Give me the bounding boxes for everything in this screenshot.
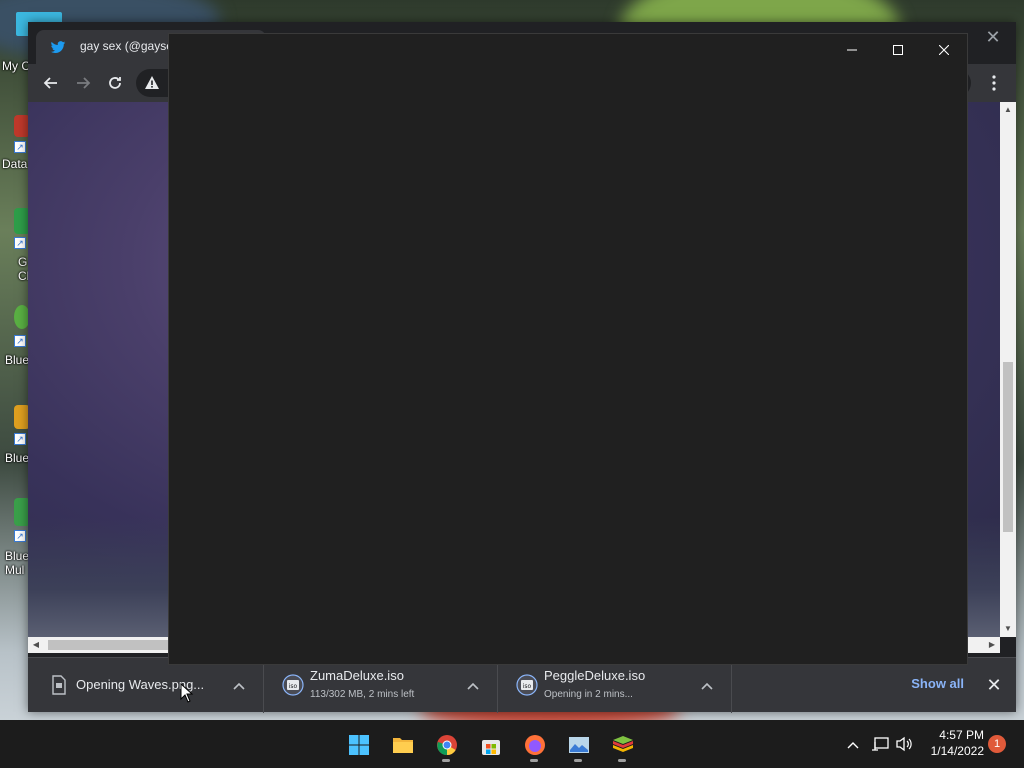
taskbar-file-explorer[interactable] xyxy=(382,724,422,764)
download-item[interactable]: iso PeggleDeluxe.iso Opening in 2 mins..… xyxy=(498,658,732,713)
download-item[interactable]: iso ZumaDeluxe.iso 113/302 MB, 2 mins le… xyxy=(264,658,498,713)
minimize-button[interactable] xyxy=(829,34,875,66)
windows-start-icon xyxy=(349,735,369,755)
chevron-up-icon[interactable] xyxy=(697,675,717,695)
desktop-label: My C xyxy=(2,59,30,73)
clock-date: 1/14/2022 xyxy=(930,744,984,758)
download-filename: ZumaDeluxe.iso xyxy=(310,668,404,683)
close-icon xyxy=(938,44,950,56)
iso-file-icon: iso xyxy=(282,674,304,696)
scrollbar-thumb[interactable] xyxy=(48,640,168,650)
clock[interactable]: 4:57 PM 1/14/2022 xyxy=(922,727,984,759)
taskbar: 4:57 PM 1/14/2022 1 xyxy=(0,720,1024,768)
back-arrow-icon xyxy=(43,77,57,89)
svg-text:iso: iso xyxy=(523,683,532,690)
chrome-icon xyxy=(437,735,457,756)
scroll-left-icon[interactable]: ◀ xyxy=(28,637,44,653)
svg-text:iso: iso xyxy=(289,683,298,690)
download-filename: PeggleDeluxe.iso xyxy=(544,668,646,683)
vertical-scrollbar[interactable]: ▲ ▼ xyxy=(1000,102,1016,637)
iso-file-icon: iso xyxy=(516,674,538,696)
maximize-icon xyxy=(893,45,903,55)
running-indicator xyxy=(442,759,450,762)
download-status: Opening in 2 mins... xyxy=(544,689,633,700)
shortcut-arrow-icon: ↗ xyxy=(14,335,26,347)
reload-button[interactable] xyxy=(100,68,130,98)
twitter-icon xyxy=(50,41,66,54)
store-icon xyxy=(482,740,500,755)
chevron-up-icon xyxy=(847,742,859,749)
network-icon[interactable] xyxy=(871,734,891,754)
running-indicator xyxy=(618,759,626,762)
desktop-label: Blue Mul xyxy=(5,549,30,577)
forward-button[interactable] xyxy=(68,68,98,98)
show-all-downloads-link[interactable]: Show all xyxy=(911,676,964,691)
maximize-button[interactable] xyxy=(875,34,921,66)
kebab-menu-icon xyxy=(992,75,996,91)
taskbar-firefox[interactable] xyxy=(514,724,554,764)
running-indicator xyxy=(530,759,538,762)
warning-icon xyxy=(145,76,159,89)
notification-badge[interactable]: 1 xyxy=(988,735,1006,753)
download-shelf: Opening Waves.png... iso ZumaDeluxe.iso … xyxy=(28,657,1016,713)
shortcut-arrow-icon: ↗ xyxy=(14,237,26,249)
firefox-icon xyxy=(525,735,545,755)
reload-icon xyxy=(109,77,121,89)
shortcut-arrow-icon: ↗ xyxy=(14,141,26,153)
chevron-up-icon[interactable] xyxy=(229,675,249,695)
bluestacks-icon xyxy=(613,736,633,752)
chrome-menu-button[interactable] xyxy=(982,68,1006,98)
desktop-label: Blue xyxy=(5,451,30,465)
blank-app-window[interactable] xyxy=(168,33,968,665)
mouse-cursor-icon xyxy=(180,683,194,703)
taskbar-store[interactable] xyxy=(470,724,510,764)
scroll-right-icon[interactable]: ▶ xyxy=(984,637,1000,653)
download-item[interactable]: Opening Waves.png... xyxy=(28,658,264,713)
file-icon xyxy=(52,675,66,695)
forward-arrow-icon xyxy=(77,77,91,89)
taskbar-chrome[interactable] xyxy=(426,724,466,764)
start-button[interactable] xyxy=(338,724,378,764)
scroll-up-icon[interactable]: ▲ xyxy=(1000,102,1016,118)
clock-time: 4:57 PM xyxy=(939,728,984,742)
desktop-label: Data xyxy=(2,157,28,171)
close-button[interactable] xyxy=(921,34,967,66)
scrollbar-thumb[interactable] xyxy=(1003,362,1013,532)
folder-icon xyxy=(393,738,413,753)
browser-close-button[interactable]: ✕ xyxy=(978,24,1008,50)
photos-icon xyxy=(569,737,589,753)
close-download-shelf-button[interactable]: ✕ xyxy=(982,673,1006,697)
taskbar-photos[interactable] xyxy=(558,724,598,764)
scroll-down-icon[interactable]: ▼ xyxy=(1000,621,1016,637)
back-button[interactable] xyxy=(36,68,66,98)
show-hidden-icons-button[interactable] xyxy=(843,732,863,756)
chevron-up-icon[interactable] xyxy=(463,675,483,695)
taskbar-bluestacks[interactable] xyxy=(602,724,642,764)
shortcut-arrow-icon: ↗ xyxy=(14,433,26,445)
download-status: 113/302 MB, 2 mins left xyxy=(310,689,415,700)
volume-icon[interactable] xyxy=(894,734,914,754)
shortcut-arrow-icon: ↗ xyxy=(14,530,26,542)
running-indicator xyxy=(574,759,582,762)
desktop-label: Blue xyxy=(5,353,30,367)
minimize-icon xyxy=(847,49,857,51)
